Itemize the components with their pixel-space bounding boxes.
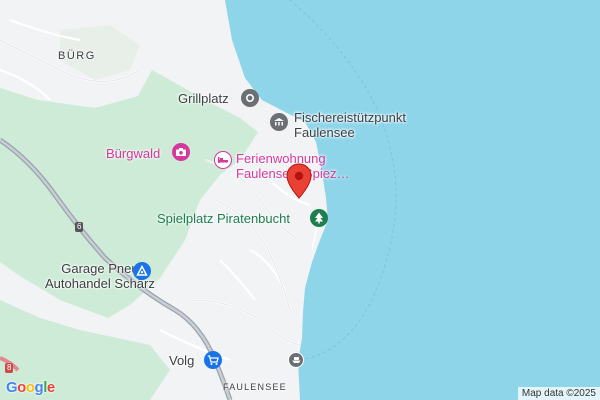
poi-label-fischerei[interactable]: Fischereistützpunkt Faulensee [294, 110, 406, 140]
tree-icon[interactable] [310, 209, 328, 227]
camera-icon[interactable] [172, 143, 190, 161]
location-pin-icon[interactable] [286, 163, 312, 199]
place-label-burg: BÜRG [58, 50, 96, 62]
poi-label-volg[interactable]: Volg [169, 353, 194, 368]
road-shield-6: 6 [75, 222, 84, 232]
building-icon[interactable] [270, 113, 288, 131]
wrench-icon[interactable] [133, 262, 151, 280]
poi-label-grillplatz[interactable]: Grillplatz [178, 91, 229, 106]
logo-letter: o [25, 379, 35, 396]
shopping-cart-icon[interactable] [204, 351, 222, 369]
bed-icon[interactable] [214, 151, 232, 169]
google-logo: Google [6, 379, 55, 396]
logo-letter: g [34, 379, 44, 396]
logo-letter: o [17, 379, 26, 396]
poi-label-fischerei-line1: Fischereistützpunkt [294, 110, 406, 125]
place-label-faulensee: FAULENSEE [223, 382, 287, 392]
map-attribution[interactable]: Map data ©2025 [517, 387, 600, 400]
poi-label-burgwald[interactable]: Bürgwald [106, 146, 160, 161]
logo-letter: G [6, 379, 18, 396]
ferry-icon[interactable] [288, 352, 304, 368]
place-dot-icon[interactable] [241, 89, 259, 107]
poi-label-fischerei-line2: Faulensee [294, 125, 355, 140]
poi-label-spielplatz[interactable]: Spielplatz Piratenbucht [157, 211, 290, 226]
logo-letter: e [46, 379, 55, 396]
map-view[interactable]: BÜRG FAULENSEE Grillplatz Fischereistütz… [0, 0, 600, 400]
road-shield-8: 8 [5, 363, 14, 373]
